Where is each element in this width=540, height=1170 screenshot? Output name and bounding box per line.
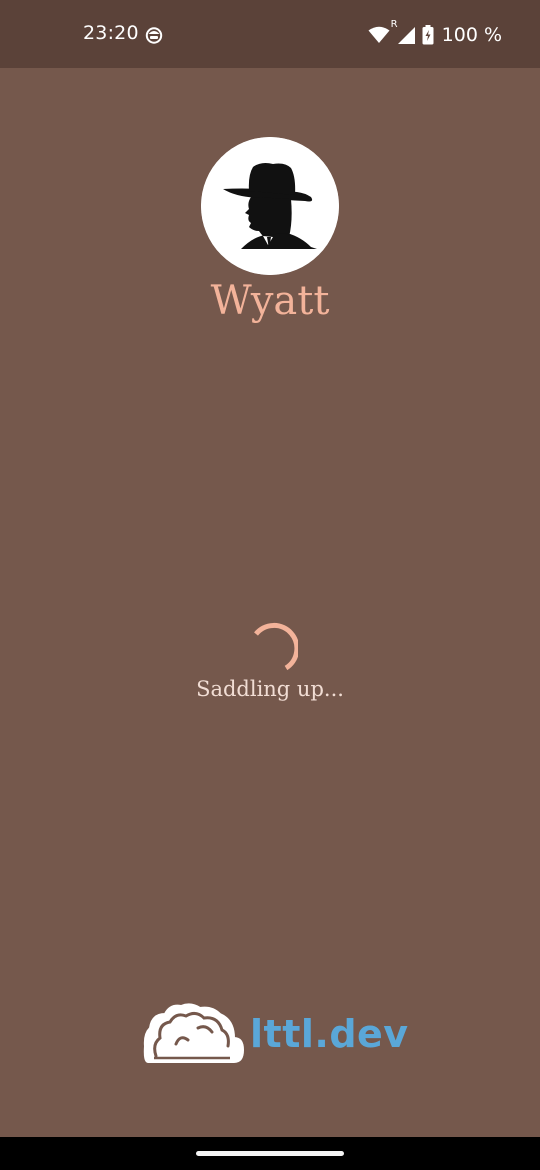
- wifi-icon: [368, 26, 390, 43]
- brand-name: lttl.dev: [250, 1012, 409, 1056]
- navigation-bar: [0, 1137, 540, 1170]
- agent-name: Wyatt: [210, 278, 330, 324]
- roaming-indicator: R: [390, 19, 398, 30]
- notification-app-icon: [145, 27, 163, 44]
- app-screen: 23:20 R 100 % Wyatt Saddling up... lttl.…: [0, 0, 540, 1170]
- battery-percentage: 100 %: [441, 24, 502, 46]
- status-icons: R 100 %: [368, 19, 502, 48]
- cloud-logo-icon: [143, 1003, 245, 1063]
- brand-logo: lttl.dev: [142, 1000, 409, 1068]
- cowboy-silhouette-avatar: [201, 137, 339, 275]
- status-time: 23:20: [83, 22, 139, 44]
- status-bar: 23:20 R 100 %: [0, 0, 540, 68]
- home-gesture-handle[interactable]: [196, 1151, 344, 1156]
- loading-spinner-icon: [254, 622, 298, 671]
- cell-signal-icon: R: [391, 19, 416, 45]
- loading-message: Saddling up...: [196, 677, 344, 701]
- agent-avatar: [201, 137, 339, 275]
- battery-charging-icon: [422, 25, 434, 45]
